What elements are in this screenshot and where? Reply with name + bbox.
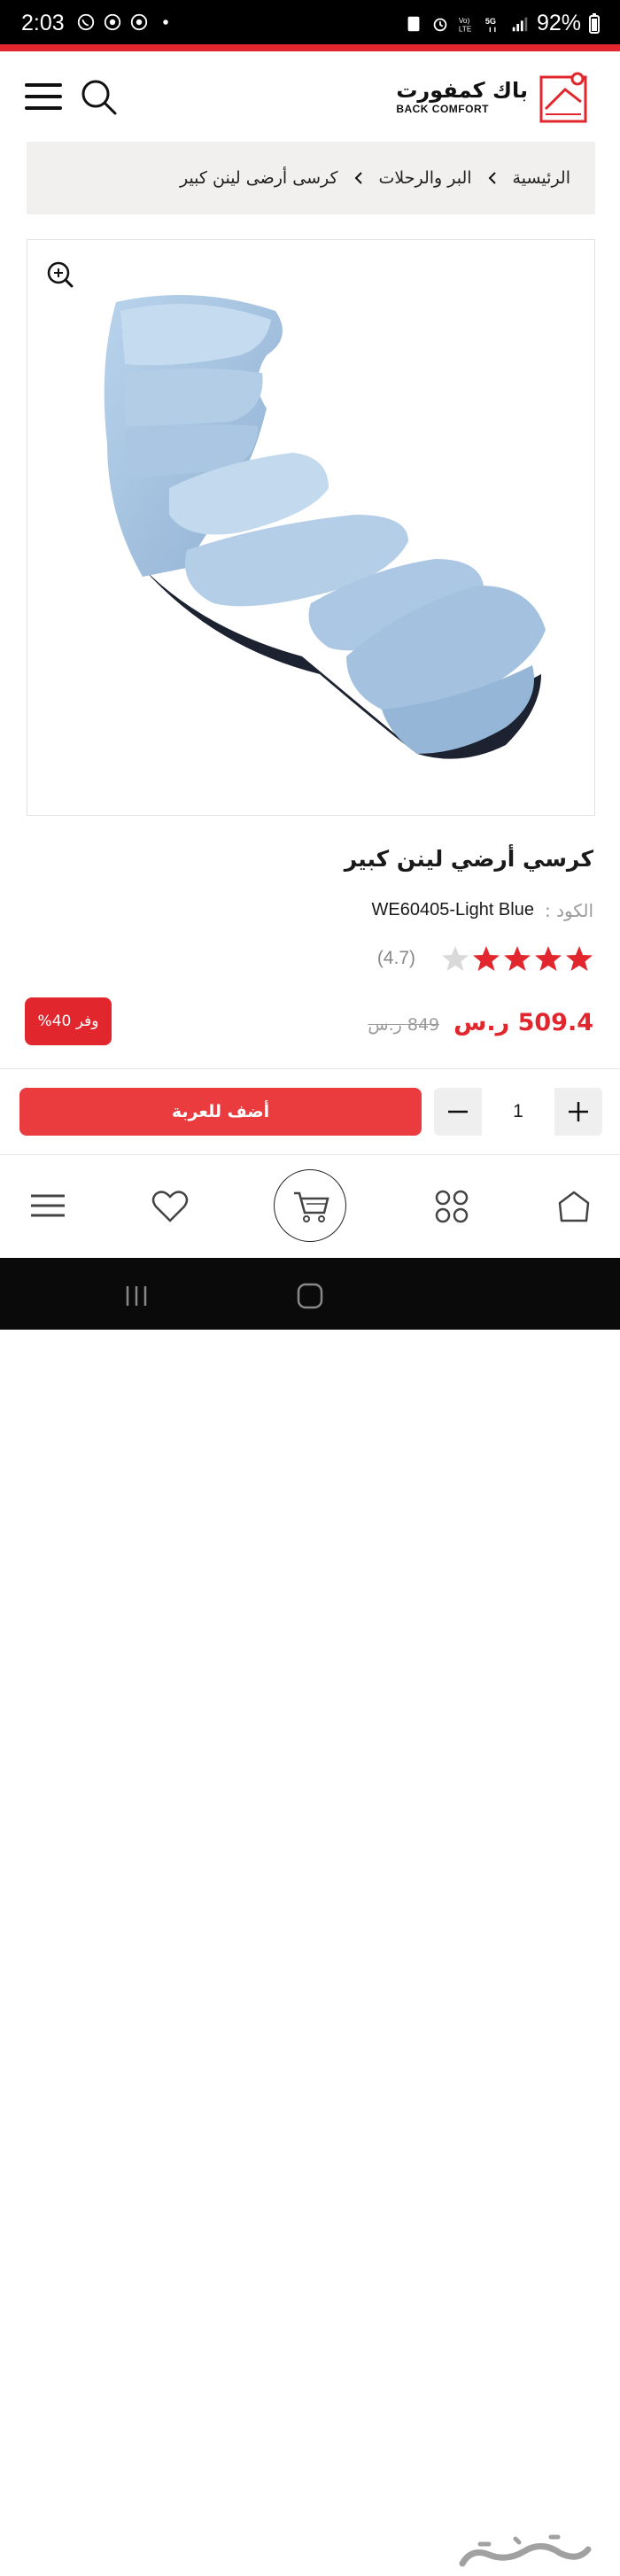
- star-filled-icon: [566, 946, 593, 971]
- add-to-cart-bar: أضف للعربة 1: [0, 1069, 620, 1154]
- product-code-value: WE60405-Light Blue: [371, 900, 534, 919]
- discount-badge: وفر 40%: [25, 997, 112, 1045]
- status-right-icons: Vo) LTE 5G 92%: [404, 11, 601, 36]
- recent-apps-icon[interactable]: [122, 1283, 151, 1309]
- product-code: الكود : WE60405-Light Blue: [372, 900, 593, 921]
- svg-text:LTE: LTE: [459, 25, 472, 33]
- svg-text:Vo): Vo): [459, 17, 470, 25]
- logo-arabic: باك كمفورت: [396, 78, 528, 103]
- quantity-stepper: 1: [434, 1088, 602, 1136]
- 5g-icon: 5G: [485, 17, 496, 32]
- categories-icon[interactable]: [432, 1187, 471, 1226]
- chevron-left-icon: [488, 172, 496, 184]
- logo-text: باك كمفورت BACK COMFORT: [396, 78, 528, 115]
- hamburger-menu-icon[interactable]: [25, 83, 62, 110]
- status-bar: 2:03 Vo) LTE 5G 92%: [0, 0, 620, 44]
- save-icon: [407, 16, 420, 31]
- header-accent-line: [0, 44, 620, 51]
- star-filled-icon: [504, 946, 531, 971]
- svg-text:5G: 5G: [485, 17, 496, 26]
- price-row: 509.4 ر.س 849 ر.س: [368, 1009, 593, 1036]
- breadcrumb-current: كرسى أرضى لينن كبير: [179, 168, 338, 188]
- star-filled-icon: [473, 946, 500, 971]
- volte-icon: Vo)LTE: [459, 17, 472, 33]
- chrome-icon-2: [130, 13, 148, 31]
- battery-level: 92%: [536, 11, 581, 35]
- breadcrumb-category[interactable]: البر والرحلات: [379, 168, 472, 188]
- alarm-icon: [433, 18, 447, 31]
- dot-icon: [163, 19, 168, 25]
- chevron-left-icon: [354, 172, 362, 184]
- home-button-icon[interactable]: [296, 1283, 324, 1309]
- star-filled-icon: [535, 946, 562, 971]
- site-logo[interactable]: باك كمفورت BACK COMFORT: [396, 67, 588, 126]
- product-rating[interactable]: (4.7): [377, 944, 593, 973]
- home-icon[interactable]: [554, 1187, 593, 1226]
- status-left-icons: [76, 12, 175, 32]
- product-title: كرسي أرضي لينن كبير: [344, 846, 593, 872]
- logo-mark-icon: [539, 72, 587, 123]
- cart-button[interactable]: [274, 1169, 346, 1242]
- battery-icon: [589, 12, 600, 34]
- chrome-icon: [104, 13, 121, 31]
- price-current: 509.4 ر.س: [453, 1009, 593, 1036]
- signal-icon: [512, 17, 528, 31]
- logo-english: BACK COMFORT: [396, 103, 489, 115]
- system-navigation-bar: [0, 1258, 620, 2567]
- whatsapp-icon: [77, 13, 95, 31]
- add-to-cart-button[interactable]: أضف للعربة: [19, 1088, 422, 1136]
- search-icon[interactable]: [80, 78, 119, 117]
- star-empty-icon: [442, 946, 469, 971]
- price-original: 849 ر.س: [368, 1015, 440, 1035]
- cart-icon: [294, 1191, 329, 1222]
- menu-icon[interactable]: [28, 1187, 67, 1226]
- heart-icon[interactable]: [151, 1187, 190, 1226]
- breadcrumb-home[interactable]: الرئيسية: [513, 168, 570, 188]
- status-time: 2:03: [21, 11, 65, 35]
- haraj-watermark-logo: [459, 2534, 592, 2567]
- bottom-navigation: [0, 1155, 620, 1258]
- breadcrumb: الرئيسية البر والرحلات كرسى أرضى لينن كب…: [27, 142, 595, 214]
- site-header: باك كمفورت BACK COMFORT: [0, 51, 620, 142]
- quantity-value[interactable]: 1: [482, 1088, 554, 1136]
- minus-icon[interactable]: [434, 1088, 482, 1136]
- plus-icon[interactable]: [554, 1088, 602, 1136]
- rating-value: (4.7): [376, 948, 415, 968]
- product-image-card: [27, 239, 595, 816]
- zoom-in-icon[interactable]: [45, 260, 77, 291]
- product-image[interactable]: [89, 284, 550, 780]
- product-code-label: الكود :: [544, 900, 593, 921]
